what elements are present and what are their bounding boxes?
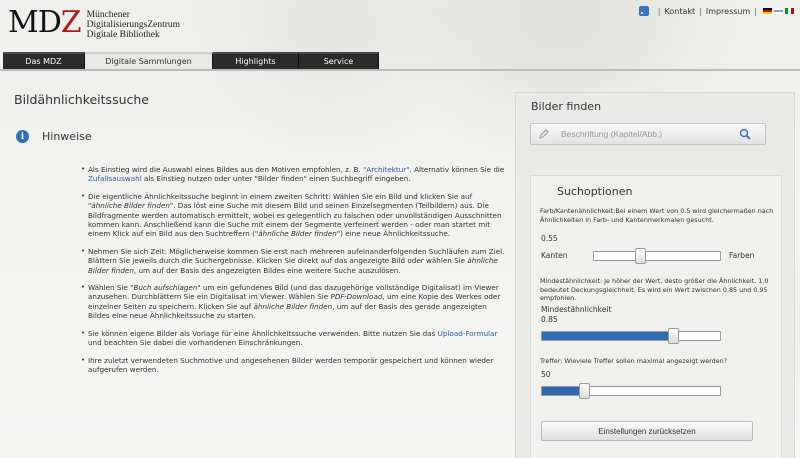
tab-service[interactable]: Service bbox=[299, 52, 379, 69]
upload-form-link[interactable]: Upload-Formular bbox=[438, 329, 498, 338]
nav-underline bbox=[0, 69, 800, 71]
tab-das-mdz[interactable]: Das MDZ bbox=[3, 52, 85, 69]
min-similarity-slider-fill bbox=[542, 332, 674, 340]
main-nav: Das MDZ Digitale Sammlungen Highlights S… bbox=[3, 52, 379, 69]
hints-title: Hinweise bbox=[42, 130, 92, 143]
min-similarity-value: 0.85 bbox=[541, 315, 558, 324]
tab-digitale-sammlungen[interactable]: Digitale Sammlungen bbox=[85, 52, 213, 69]
hint-item: Sie können eigene Bilder als Vorlage für… bbox=[81, 329, 505, 348]
edge-color-description: Farb/Kantenähnlichkeit:Bei einem Wert vo… bbox=[540, 207, 774, 224]
info-icon: i bbox=[16, 130, 29, 143]
edges-label: Kanten bbox=[541, 251, 568, 260]
colors-label: Farben bbox=[729, 251, 755, 260]
tab-highlights[interactable]: Highlights bbox=[213, 52, 299, 69]
page-title: Bildähnlichkeitssuche bbox=[14, 92, 149, 107]
search-input[interactable] bbox=[561, 126, 731, 142]
edge-color-slider-handle[interactable] bbox=[635, 248, 646, 264]
edge-color-slider[interactable] bbox=[593, 248, 721, 264]
min-similarity-description: Mindestähnlichkeit: Je höher der Wert, d… bbox=[540, 277, 769, 302]
min-similarity-label: Mindestähnlichkeit bbox=[541, 305, 612, 314]
mdz-logo[interactable]: MDZ Münchener DigitalisierungsZentrum Di… bbox=[8, 5, 181, 41]
hints-heading: i Hinweise bbox=[16, 130, 92, 143]
flag-de-icon[interactable] bbox=[763, 8, 772, 14]
hint-item: Ihre zuletzt verwendeten Suchmotive und … bbox=[81, 356, 505, 375]
hint-item: Als Einstieg wird die Auswahl eines Bild… bbox=[81, 165, 505, 184]
hint-item: Nehmen Sie sich Zeit: Möglicherweise kom… bbox=[81, 247, 505, 275]
logo-text: Münchener DigitalisierungsZentrum Digita… bbox=[86, 10, 181, 40]
sidebar-title: Bilder finden bbox=[531, 100, 602, 113]
reset-settings-button[interactable]: Einstellungen zurücksetzen bbox=[541, 421, 753, 441]
hint-item: Die eigentliche Ähnlichkeitssuche beginn… bbox=[81, 192, 505, 239]
hits-slider[interactable] bbox=[541, 383, 721, 399]
main-content: Bildähnlichkeitssuche i Hinweise bbox=[14, 92, 504, 143]
impressum-link[interactable]: Impressum bbox=[706, 7, 750, 16]
logo-mark: MDZ bbox=[8, 5, 82, 40]
search-options: Suchoptionen Farb/Kantenähnlichkeit:Bei … bbox=[530, 175, 782, 458]
contact-link[interactable]: Kontakt bbox=[665, 7, 696, 16]
hint-item: Wählen Sie "Buch aufschlagen" um ein gef… bbox=[81, 283, 505, 321]
top-links: | Kontakt | Impressum | bbox=[638, 6, 794, 16]
search-icon[interactable] bbox=[739, 128, 751, 140]
search-box bbox=[530, 123, 766, 145]
hits-value: 50 bbox=[541, 370, 551, 379]
pencil-icon bbox=[539, 129, 549, 139]
site-header: MDZ Münchener DigitalisierungsZentrum Di… bbox=[0, 0, 800, 52]
hits-description: Treffer: Wieviele Treffer sollen maximal… bbox=[540, 357, 728, 365]
flag-en-icon[interactable] bbox=[774, 8, 783, 14]
hits-slider-handle[interactable] bbox=[579, 383, 590, 399]
hints-list: Als Einstieg wird die Auswahl eines Bild… bbox=[81, 165, 505, 382]
options-title: Suchoptionen bbox=[557, 185, 633, 198]
sidebar: Bilder finden Suchoptionen Farb/Kantenäh… bbox=[515, 92, 795, 458]
min-similarity-slider[interactable] bbox=[541, 328, 721, 344]
min-similarity-slider-handle[interactable] bbox=[668, 328, 679, 344]
edge-color-value: 0.55 bbox=[541, 234, 558, 243]
flag-it-icon[interactable] bbox=[785, 8, 794, 14]
rss-icon[interactable] bbox=[638, 6, 649, 16]
architektur-link[interactable]: "Architektur" bbox=[363, 165, 410, 174]
zufallsauswahl-link[interactable]: Zufallsauswahl bbox=[88, 174, 142, 183]
